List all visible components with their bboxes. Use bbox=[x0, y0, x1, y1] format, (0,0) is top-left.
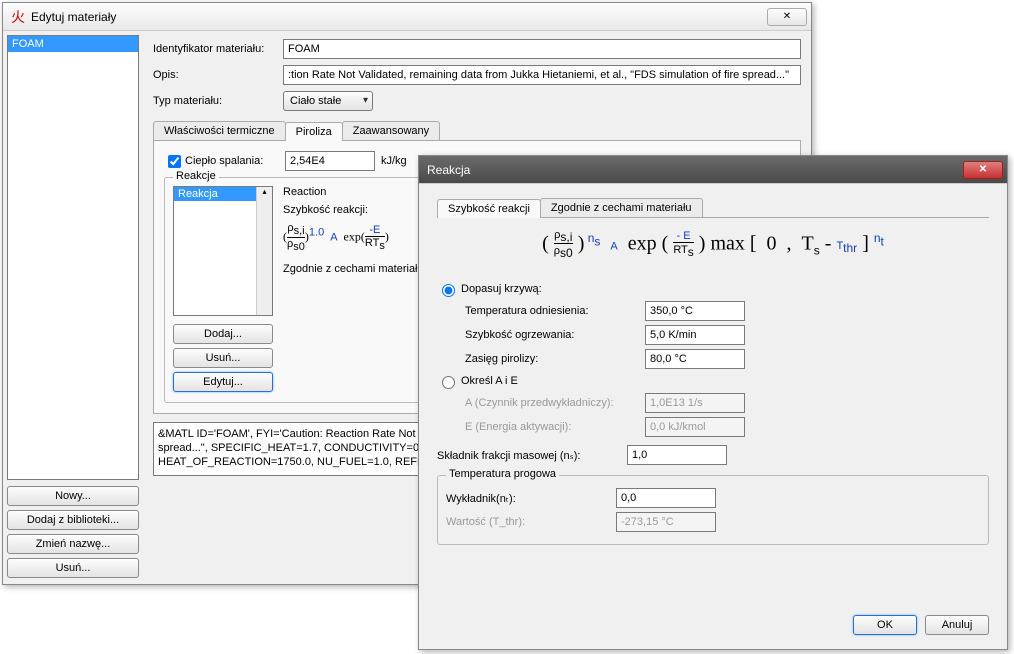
ns-input[interactable] bbox=[627, 445, 727, 465]
rate-label: Szybkość reakcji: bbox=[283, 204, 427, 216]
titlebar: Reakcja ✕ bbox=[419, 156, 1007, 184]
titlebar: 火 Edytuj materiały ✕ bbox=[3, 3, 811, 31]
heat-combustion-checkbox[interactable] bbox=[168, 155, 181, 168]
id-input[interactable] bbox=[283, 39, 801, 59]
tab-thermal[interactable]: Właściwości termiczne bbox=[153, 121, 286, 140]
ref-temp-input[interactable] bbox=[645, 301, 745, 321]
specify-ae-label: Określ A i E bbox=[461, 375, 518, 387]
type-label: Typ materiału: bbox=[153, 95, 283, 107]
tthr-label: Wartość (T_thr): bbox=[446, 516, 616, 528]
add-reaction-button[interactable]: Dodaj... bbox=[173, 324, 273, 344]
add-from-library-button[interactable]: Dodaj z biblioteki... bbox=[7, 510, 139, 530]
consistent-label: Zgodnie z cechami materiału: bbox=[283, 263, 427, 275]
nt-input[interactable] bbox=[616, 488, 716, 508]
rate-formula: ( ρs,iρs0 ) ns A exp ( - ERTs ) max [ 0 … bbox=[437, 218, 989, 277]
tab-advanced[interactable]: Zaawansowany bbox=[342, 121, 440, 140]
e-activation-label: E (Energia aktywacji): bbox=[465, 421, 645, 433]
reactions-legend: Reakcje bbox=[173, 170, 219, 182]
desc-input[interactable] bbox=[283, 65, 801, 85]
tab-pyrolysis[interactable]: Piroliza bbox=[285, 122, 343, 141]
dialog-title: Reakcja bbox=[427, 163, 961, 177]
ok-button[interactable]: OK bbox=[853, 615, 917, 635]
close-button[interactable]: ✕ bbox=[963, 161, 1003, 179]
fit-curve-label: Dopasuj krzywą: bbox=[461, 283, 542, 295]
e-activation-input bbox=[645, 417, 745, 437]
a-factor-label: A (Czynnik przedwykładniczy): bbox=[465, 397, 645, 409]
id-label: Identyfikator materiału: bbox=[153, 43, 283, 55]
ref-temp-label: Temperatura odniesienia: bbox=[465, 305, 645, 317]
mini-formula: (ρs,iρs0)1.0 A exp(-ERTs) bbox=[283, 222, 427, 253]
window-title: Edytuj materiały bbox=[31, 10, 765, 24]
material-item[interactable]: FOAM bbox=[8, 36, 138, 52]
heating-rate-input[interactable] bbox=[645, 325, 745, 345]
ns-label: Składnik frakcji masowej (nₛ): bbox=[437, 449, 627, 462]
materials-sidebar: FOAM Nowy... Dodaj z biblioteki... Zmień… bbox=[3, 31, 143, 584]
rename-button[interactable]: Zmień nazwę... bbox=[7, 534, 139, 554]
remove-reaction-button[interactable]: Usuń... bbox=[173, 348, 273, 368]
tab-consistent[interactable]: Zgodnie z cechami materiału bbox=[540, 198, 703, 217]
heat-combustion-input[interactable] bbox=[285, 151, 375, 171]
new-button[interactable]: Nowy... bbox=[7, 486, 139, 506]
type-select[interactable]: Ciało stałe bbox=[283, 91, 373, 111]
nt-label: Wykładnik(nₜ): bbox=[446, 492, 616, 505]
heating-rate-label: Szybkość ogrzewania: bbox=[465, 329, 645, 341]
threshold-legend: Temperatura progowa bbox=[446, 468, 559, 480]
reaction-item[interactable]: Reakcja bbox=[174, 187, 256, 201]
close-button[interactable]: ✕ bbox=[767, 8, 807, 26]
tab-rate[interactable]: Szybkość reakcji bbox=[437, 199, 541, 218]
cancel-button[interactable]: Anuluj bbox=[925, 615, 989, 635]
delete-button[interactable]: Usuń... bbox=[7, 558, 139, 578]
desc-label: Opis: bbox=[153, 69, 283, 81]
materials-list[interactable]: FOAM bbox=[7, 35, 139, 480]
specify-ae-radio[interactable] bbox=[442, 376, 455, 389]
reactions-list[interactable]: Reakcja bbox=[173, 186, 273, 316]
a-factor-input bbox=[645, 393, 745, 413]
heat-combustion-label: Ciepło spalania: bbox=[185, 155, 285, 167]
heat-unit: kJ/kg bbox=[381, 155, 407, 167]
tthr-input bbox=[616, 512, 716, 532]
edit-reaction-button[interactable]: Edytuj... bbox=[173, 372, 273, 392]
fit-curve-radio[interactable] bbox=[442, 284, 455, 297]
pyro-range-label: Zasięg pirolizy: bbox=[465, 353, 645, 365]
pyro-range-input[interactable] bbox=[645, 349, 745, 369]
reaction-header: Reaction bbox=[283, 186, 427, 198]
reaction-dialog: Reakcja ✕ Szybkość reakcji Zgodnie z cec… bbox=[418, 155, 1008, 650]
scrollbar[interactable] bbox=[256, 187, 272, 315]
fire-icon: 火 bbox=[11, 7, 25, 27]
